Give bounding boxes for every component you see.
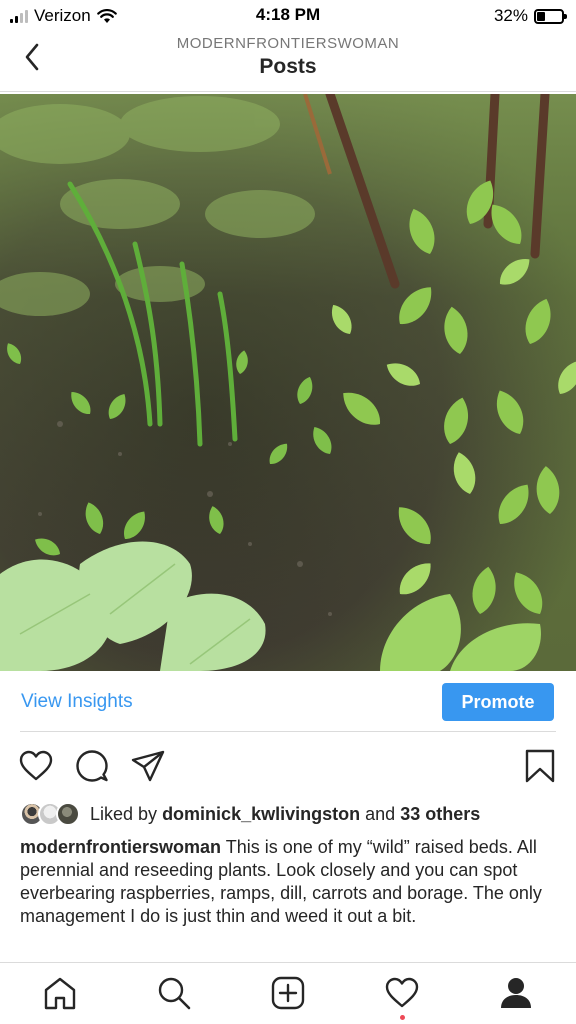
post-actions — [0, 748, 576, 786]
liker-avatars — [20, 802, 84, 826]
share-icon — [131, 750, 165, 782]
likes-summary[interactable]: Liked by dominick_kwlivingston and 33 ot… — [20, 801, 480, 827]
new-post-icon — [271, 976, 305, 1010]
caption-username[interactable]: modernfrontierswoman — [20, 837, 221, 857]
comment-button[interactable] — [74, 748, 110, 784]
home-icon — [44, 977, 76, 1010]
tab-search[interactable] — [156, 975, 192, 1011]
activity-icon — [385, 977, 419, 1008]
tab-activity[interactable] — [384, 975, 420, 1020]
comment-icon — [76, 750, 108, 782]
search-icon — [158, 977, 191, 1010]
tab-profile[interactable] — [498, 975, 534, 1011]
clock: 4:18 PM — [255, 5, 321, 24]
promote-button[interactable]: Promote — [442, 683, 554, 721]
bookmark-icon — [525, 749, 555, 783]
garden-photo — [0, 94, 576, 671]
liked-by-connector: and — [365, 803, 396, 824]
page-title: Posts — [259, 55, 317, 78]
battery-icon — [534, 8, 567, 24]
tab-new-post[interactable] — [270, 975, 306, 1011]
nav-header: MODERNFRONTIERSWOMAN Posts — [0, 30, 576, 92]
post-caption: modernfrontierswoman This is one of my “… — [20, 836, 550, 928]
share-button[interactable] — [130, 748, 166, 784]
liked-by-prefix: Liked by — [90, 803, 158, 824]
activity-notification-dot — [400, 1015, 405, 1020]
tab-home[interactable] — [42, 975, 78, 1011]
view-insights-link[interactable]: View Insights — [21, 691, 133, 713]
avatar — [56, 802, 80, 826]
battery-percent: 32% — [493, 6, 528, 25]
battery-status: 32% — [493, 6, 567, 26]
header-username: MODERNFRONTIERSWOMAN — [176, 35, 400, 52]
insights-bar: View Insights Promote — [20, 680, 556, 732]
like-button[interactable] — [18, 748, 54, 784]
others-count[interactable]: 33 others — [400, 804, 480, 825]
battery-fill — [537, 11, 545, 21]
liker-username[interactable]: dominick_kwlivingston — [162, 804, 360, 825]
heart-icon — [19, 750, 53, 781]
status-bar: Verizon 4:18 PM 32% — [0, 0, 576, 30]
bottom-tab-bar — [0, 962, 576, 1024]
post-image[interactable] — [0, 94, 576, 671]
profile-icon — [501, 978, 531, 1008]
save-button[interactable] — [522, 748, 558, 784]
